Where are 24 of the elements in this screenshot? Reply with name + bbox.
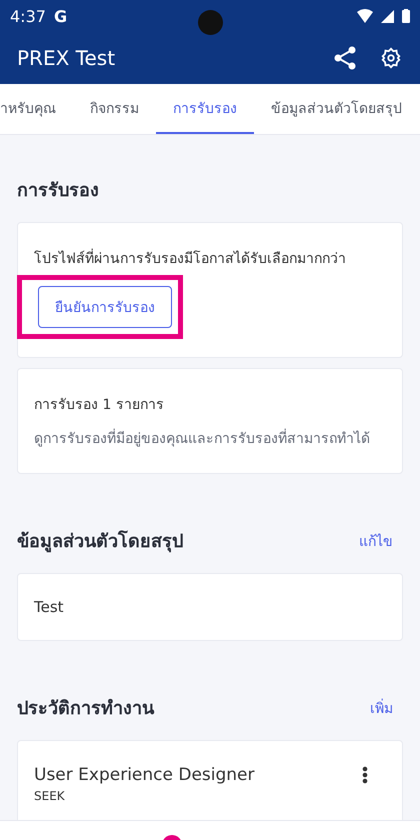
section-title: การรับรอง <box>17 179 99 203</box>
add-link[interactable]: เพิ่ม <box>370 696 393 718</box>
endorsement-count: การรับรอง 1 รายการ <box>34 396 165 415</box>
endorsement-description: ดูการรับรองที่มีอยู่ของคุณและการรับรองที่สามารถทำได้ <box>34 427 386 449</box>
tab[interactable]: ข้อมูลส่วนตัวโดยสรุป <box>254 84 419 134</box>
tab[interactable]: าหรับคุณ <box>0 84 73 134</box>
section-title: ประวัติการทำงาน <box>17 697 154 721</box>
tab[interactable]: กิจกรรม <box>73 84 156 134</box>
job-role: User Experience Designer <box>34 765 255 785</box>
tab[interactable]: การรับรอง <box>156 84 254 134</box>
app-title: PREX Test <box>17 46 116 70</box>
summary-text: Test <box>34 598 65 616</box>
more-icon[interactable] <box>362 766 368 784</box>
camera-icon <box>198 10 223 35</box>
endorsement-prompt: โปรไฟส์ที่ผ่านการรับรองมีโอกาสได้รับเลือกมากกว่า <box>34 247 386 269</box>
wifi-icon <box>357 9 373 23</box>
job-company: SEEK <box>34 789 66 803</box>
section-title: ข้อมูลส่วนตัวโดยสรุป <box>17 529 183 554</box>
status-app-letter: G <box>54 6 68 26</box>
signal-icon <box>381 10 394 22</box>
battery-icon <box>402 9 410 23</box>
status-time: 4:37 <box>10 6 46 26</box>
confirm-endorsement-button[interactable]: ยืนยันการรับรอง <box>38 286 172 328</box>
edit-link[interactable]: แก้ไข <box>359 530 393 552</box>
